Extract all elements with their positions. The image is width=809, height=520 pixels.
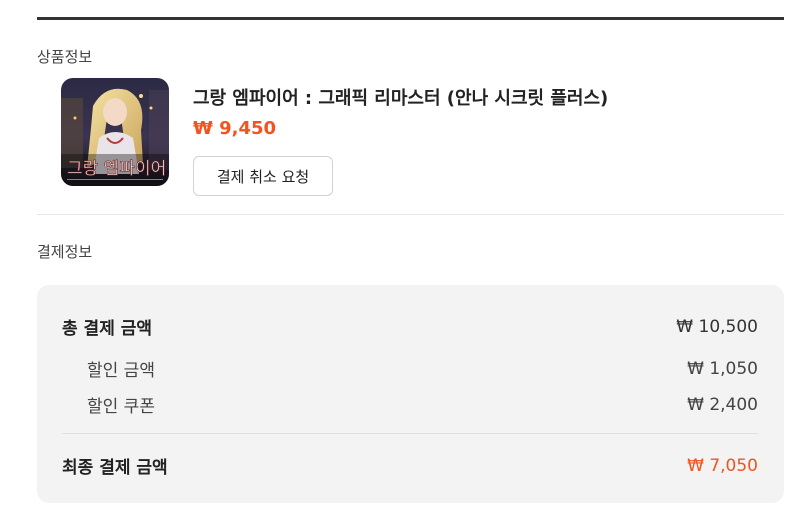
payment-summary-panel: 총 결제 금액 ₩ 10,500 할인 금액 ₩ 1,050 할인 쿠폰 ₩ 2… <box>37 285 784 503</box>
coupon-row: 할인 쿠폰 ₩ 2,400 <box>62 392 758 418</box>
product-thumbnail[interactable]: 그랑 엠파이어 <box>61 78 169 186</box>
thumbnail-logo-text: 그랑 엠파이어 <box>67 159 166 179</box>
product-price: ₩ 9,450 <box>193 118 277 139</box>
final-amount-row: 최종 결제 금액 ₩ 7,050 <box>62 453 758 479</box>
coupon-label: 할인 쿠폰 <box>87 397 155 417</box>
product-info-heading: 상품정보 <box>37 48 93 66</box>
section-divider <box>37 214 784 215</box>
top-rule <box>37 17 784 20</box>
cancel-payment-button[interactable]: 결제 취소 요청 <box>193 156 333 196</box>
discount-value: ₩ 1,050 <box>687 358 758 379</box>
discount-label: 할인 금액 <box>87 361 155 381</box>
total-amount-value: ₩ 10,500 <box>676 316 758 337</box>
total-amount-label: 총 결제 금액 <box>62 319 153 339</box>
summary-divider <box>62 433 758 434</box>
final-amount-label: 최종 결제 금액 <box>62 458 168 478</box>
discount-row: 할인 금액 ₩ 1,050 <box>62 356 758 382</box>
coupon-value: ₩ 2,400 <box>687 394 758 415</box>
total-amount-row: 총 결제 금액 ₩ 10,500 <box>62 314 758 340</box>
payment-info-heading: 결제정보 <box>37 243 93 261</box>
final-amount-value: ₩ 7,050 <box>687 455 758 476</box>
product-title: 그랑 엠파이어 : 그래픽 리마스터 (안나 시크릿 플러스) <box>193 88 609 109</box>
